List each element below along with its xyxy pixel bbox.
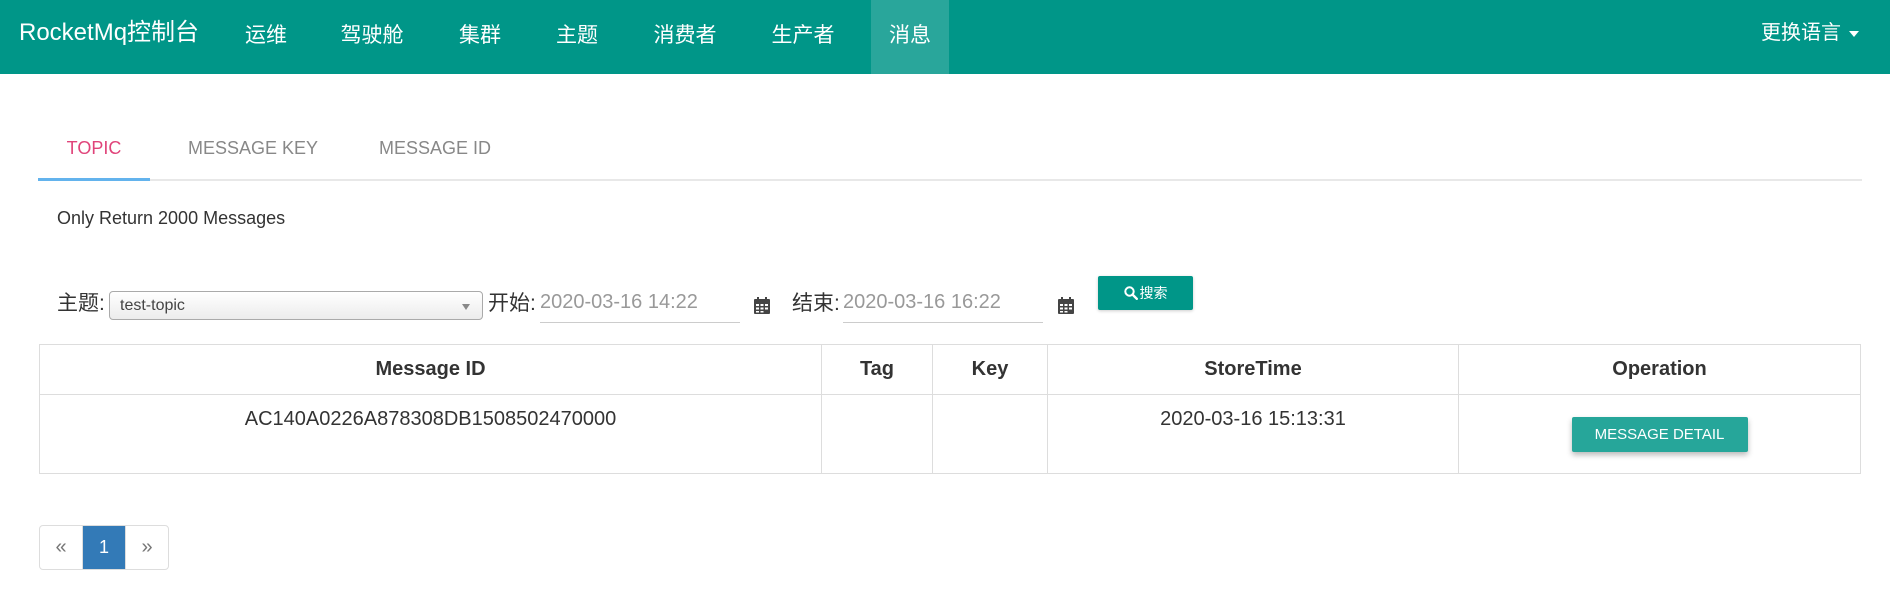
store-time-cell: 2020-03-16 15:13:31 (1047, 394, 1459, 474)
search-mode-tabs: TOPIC MESSAGE KEY MESSAGE ID (38, 124, 1862, 181)
start-time-input[interactable] (540, 287, 740, 323)
brand-title[interactable]: RocketMq控制台 (19, 18, 199, 48)
topic-select[interactable]: test-topic (109, 291, 483, 320)
nav-item-ops[interactable]: 运维 (226, 0, 306, 74)
top-navbar: RocketMq控制台 运维 驾驶舱 集群 主题 消费者 生产者 消息 更换语言 (0, 0, 1890, 74)
column-header: StoreTime (1047, 344, 1459, 395)
tab-message-key[interactable]: MESSAGE KEY (173, 124, 333, 179)
pagination: « 1 » (39, 525, 169, 570)
caret-down-icon (1849, 30, 1859, 37)
dropdown-arrow-icon (462, 304, 470, 310)
table-header-row: Message ID Tag Key StoreTime Operation (39, 344, 1861, 395)
tab-message-id[interactable]: MESSAGE ID (360, 124, 510, 179)
nav-item-topic[interactable]: 主题 (537, 0, 617, 74)
nav-item-message[interactable]: 消息 (871, 0, 949, 74)
search-button-label: 搜索 (1139, 285, 1168, 301)
column-header: Message ID (39, 344, 822, 395)
operation-cell: MESSAGE DETAIL (1458, 394, 1861, 474)
nav-item-producer[interactable]: 生产者 (758, 0, 848, 74)
topic-label: 主题: (57, 292, 105, 315)
search-icon (1123, 286, 1138, 301)
nav-item-cluster[interactable]: 集群 (440, 0, 520, 74)
nav-item-dashboard[interactable]: 驾驶舱 (332, 0, 412, 74)
calendar-icon[interactable] (754, 297, 770, 314)
pagination-page-1[interactable]: 1 (82, 526, 125, 569)
tag-cell (821, 394, 933, 474)
start-time-label: 开始: (488, 292, 536, 315)
column-header: Operation (1458, 344, 1861, 395)
language-label: 更换语言 (1761, 22, 1841, 44)
message-table: Message ID Tag Key StoreTime Operation A… (39, 344, 1861, 474)
pagination-next[interactable]: » (125, 526, 168, 569)
message-detail-button[interactable]: MESSAGE DETAIL (1571, 417, 1748, 452)
nav-item-consumer[interactable]: 消费者 (640, 0, 730, 74)
table-row: AC140A0226A878308DB1508502470000 2020-03… (39, 394, 1861, 474)
calendar-icon[interactable] (1058, 297, 1074, 314)
language-dropdown[interactable]: 更换语言 (1761, 0, 1859, 66)
message-id-cell: AC140A0226A878308DB1508502470000 (39, 394, 822, 474)
end-time-input[interactable] (843, 287, 1043, 323)
result-limit-note: Only Return 2000 Messages (57, 208, 286, 228)
pagination-prev[interactable]: « (40, 526, 82, 569)
topic-select-value: test-topic (120, 297, 185, 314)
end-time-label: 结束: (792, 292, 840, 315)
key-cell (932, 394, 1048, 474)
tab-topic[interactable]: TOPIC (38, 124, 150, 181)
search-button[interactable]: 搜索 (1098, 276, 1193, 310)
column-header: Key (932, 344, 1048, 395)
column-header: Tag (821, 344, 933, 395)
